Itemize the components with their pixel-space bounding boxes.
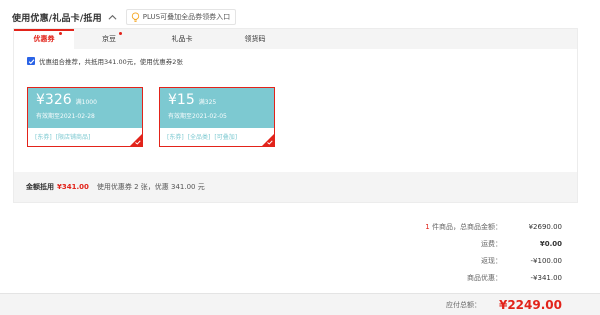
shipping-value: ¥0.00 [539,239,562,248]
items-label-text: 件商品，总商品金额： [432,222,502,231]
shipping-label: 运费： [481,239,502,248]
coupon-currency: ¥ [36,92,45,108]
coupon-section-header: 使用优惠/礼品卡/抵用 PLUS可叠加全品券领券入口 [12,6,237,28]
coupon-tag: [东券] [167,134,184,141]
payable-label: 应付总额： [445,301,481,309]
payable-footer: 应付总额： ¥2249.00 [0,293,600,315]
lightbulb-icon [131,11,139,22]
combo-recommend[interactable]: 优惠组合推荐，共抵用341.00元，使用优惠券2张 [27,56,183,66]
coupon-tag: [全品类] [187,134,211,141]
tab-label: 京豆 [102,35,116,43]
items-count: 1 [425,222,430,231]
discount-summary: 金额抵用 ¥341.00 使用优惠券 2 张，优惠 341.00 元 [26,182,205,192]
coupon-condition: 满1000 [75,99,97,106]
tab-gift-card[interactable]: 礼品卡 [144,29,220,49]
coupon-amount: ¥ 326 满1000 [36,92,142,108]
totals-row-items: 1 件商品，总商品金额： ¥2690.00 [362,218,562,235]
coupon-tags: [东券] [限店铺商品] [28,128,142,141]
plus-entry-text: PLUS可叠加全品券领券入口 [142,13,231,21]
coupon-expiry: 有效期至2021-02-05 [168,113,227,120]
coupon-face: ¥ 15 满325 有效期至2021-02-05 [160,88,274,128]
checkmark-icon [28,58,34,64]
discount-label: 商品优惠： [467,273,502,282]
coupon-card[interactable]: ¥ 15 满325 有效期至2021-02-05 [东券] [全品类] [可叠加… [159,87,275,147]
section-title: 使用优惠/礼品卡/抵用 [12,13,102,24]
tab-redeem-code[interactable]: 领货码 [220,29,290,49]
summary-amount: ¥341.00 [57,183,89,191]
tab-label: 优惠券 [33,35,55,43]
payable-value: ¥2249.00 [498,298,562,312]
selected-corner-icon [262,134,274,146]
combo-text: 优惠组合推荐，共抵用341.00元，使用优惠券2张 [39,58,183,66]
cashback-value: -¥100.00 [530,256,562,265]
items-label: 1 件商品，总商品金额： [425,222,502,232]
new-dot [59,32,62,35]
coupon-value: 326 [44,92,72,108]
cashback-label: 返现： [481,256,502,265]
plus-coupon-entry[interactable]: PLUS可叠加全品券领券入口 [125,9,237,25]
new-dot [119,32,122,35]
coupon-panel: 优惠券 京豆 礼品卡 领货码 优惠组合推荐，共抵用341.00元，使用优惠券2张… [13,28,578,203]
coupon-value: 15 [176,92,195,108]
tab-label: 礼品卡 [171,35,193,43]
selected-corner-icon [130,134,142,146]
collapse-toggle[interactable] [106,10,120,24]
coupon-condition: 满325 [198,99,217,106]
totals-row-cashback: 返现： -¥100.00 [362,252,562,269]
payable-total: 应付总额： ¥2249.00 [446,294,562,315]
tab-coupons[interactable]: 优惠券 [14,29,74,49]
summary-label: 金额抵用 [26,183,54,191]
coupon-tabs: 优惠券 京豆 礼品卡 领货码 [14,29,577,49]
tab-jingdou[interactable]: 京豆 [74,29,144,49]
chevron-up-icon [108,14,117,20]
totals-row-discount: 商品优惠： -¥341.00 [362,269,562,286]
coupon-tag: [可叠加] [214,134,238,141]
discount-value: -¥341.00 [530,273,562,282]
tab-label: 领货码 [244,35,266,43]
coupon-expiry: 有效期至2021-02-28 [36,113,95,120]
coupon-list-area: 优惠组合推荐，共抵用341.00元，使用优惠券2张 ¥ 326 满1000 有效… [14,49,577,172]
summary-desc: 使用优惠券 2 张，优惠 341.00 元 [96,183,205,191]
coupon-tag: [东券] [35,134,52,141]
coupon-amount: ¥ 15 满325 [168,92,274,108]
combo-checkbox[interactable] [27,57,35,65]
coupon-tags: [东券] [全品类] [可叠加] [160,128,274,141]
coupon-tag: [限店铺商品] [55,134,91,141]
coupon-currency: ¥ [168,92,177,108]
coupon-card[interactable]: ¥ 326 满1000 有效期至2021-02-28 [东券] [限店铺商品] [27,87,143,147]
items-value: ¥2690.00 [528,222,562,231]
order-totals: 1 件商品，总商品金额： ¥2690.00 运费： ¥0.00 返现： -¥10… [362,218,562,286]
totals-row-shipping: 运费： ¥0.00 [362,235,562,252]
coupon-face: ¥ 326 满1000 有效期至2021-02-28 [28,88,142,128]
